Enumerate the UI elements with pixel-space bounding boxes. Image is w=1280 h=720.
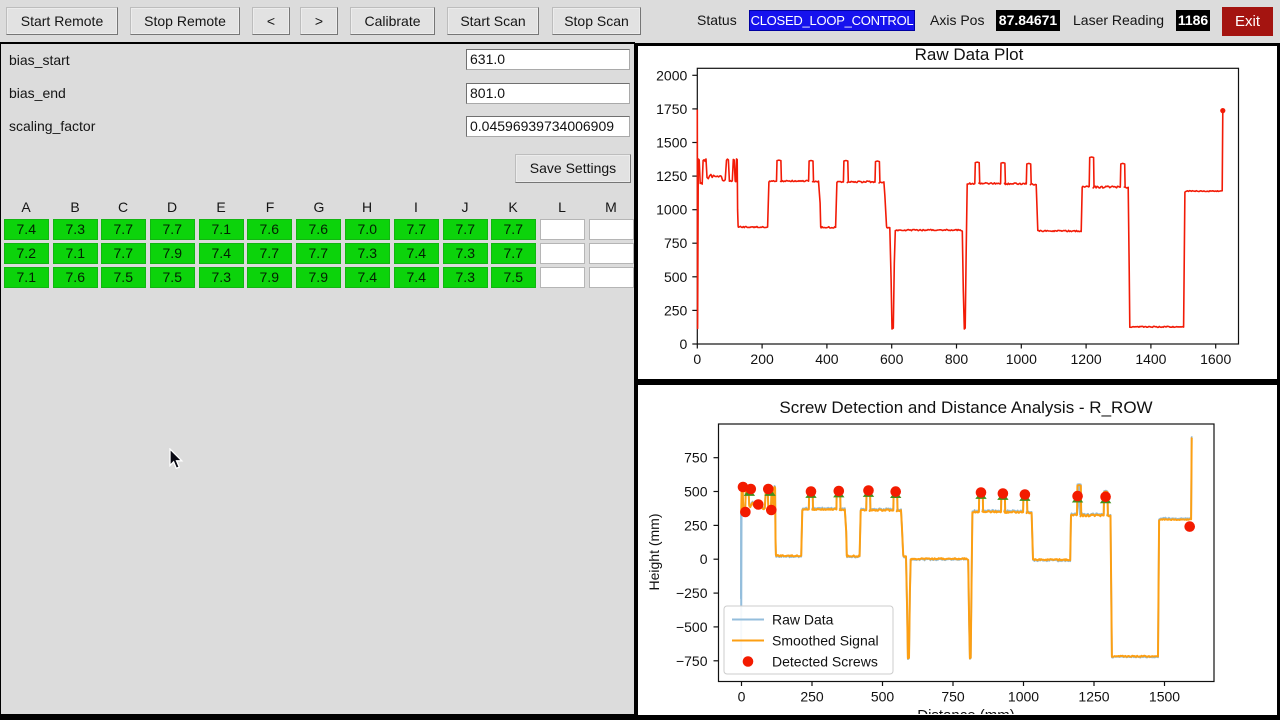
svg-text:Distance (mm): Distance (mm) xyxy=(917,707,1015,714)
svg-text:1000: 1000 xyxy=(1008,689,1039,705)
svg-text:200: 200 xyxy=(750,351,774,367)
svg-text:Height (mm): Height (mm) xyxy=(646,513,662,590)
svg-text:250: 250 xyxy=(684,517,708,533)
svg-text:−250: −250 xyxy=(676,585,708,601)
svg-text:750: 750 xyxy=(664,235,688,251)
svg-text:Screw Detection and Distance A: Screw Detection and Distance Analysis - … xyxy=(779,398,1152,417)
svg-text:0: 0 xyxy=(680,336,688,352)
svg-text:1250: 1250 xyxy=(1078,689,1109,705)
svg-text:1600: 1600 xyxy=(1200,351,1231,367)
svg-text:2000: 2000 xyxy=(656,67,687,83)
svg-text:1750: 1750 xyxy=(656,101,687,117)
svg-text:1000: 1000 xyxy=(656,202,687,218)
svg-text:500: 500 xyxy=(664,269,688,285)
svg-text:400: 400 xyxy=(815,351,839,367)
svg-text:1500: 1500 xyxy=(656,135,687,151)
svg-text:1250: 1250 xyxy=(656,168,687,184)
svg-text:800: 800 xyxy=(945,351,969,367)
svg-text:0: 0 xyxy=(693,351,701,367)
svg-text:Smoothed Signal: Smoothed Signal xyxy=(772,633,879,649)
svg-text:−750: −750 xyxy=(676,653,708,669)
svg-text:250: 250 xyxy=(800,689,824,705)
svg-text:0: 0 xyxy=(700,551,708,567)
svg-text:0: 0 xyxy=(738,689,746,705)
svg-text:600: 600 xyxy=(880,351,904,367)
svg-text:1400: 1400 xyxy=(1135,351,1166,367)
svg-text:250: 250 xyxy=(664,302,688,318)
svg-text:Raw Data Plot: Raw Data Plot xyxy=(915,46,1024,64)
svg-text:−500: −500 xyxy=(676,619,708,635)
svg-text:750: 750 xyxy=(941,689,965,705)
svg-text:1000: 1000 xyxy=(1006,351,1037,367)
svg-text:750: 750 xyxy=(684,450,708,466)
svg-text:Detected Screws: Detected Screws xyxy=(772,654,878,670)
svg-text:500: 500 xyxy=(871,689,895,705)
svg-text:1200: 1200 xyxy=(1071,351,1102,367)
svg-text:500: 500 xyxy=(684,484,708,500)
svg-text:1500: 1500 xyxy=(1149,689,1180,705)
svg-text:Raw Data: Raw Data xyxy=(772,612,834,628)
